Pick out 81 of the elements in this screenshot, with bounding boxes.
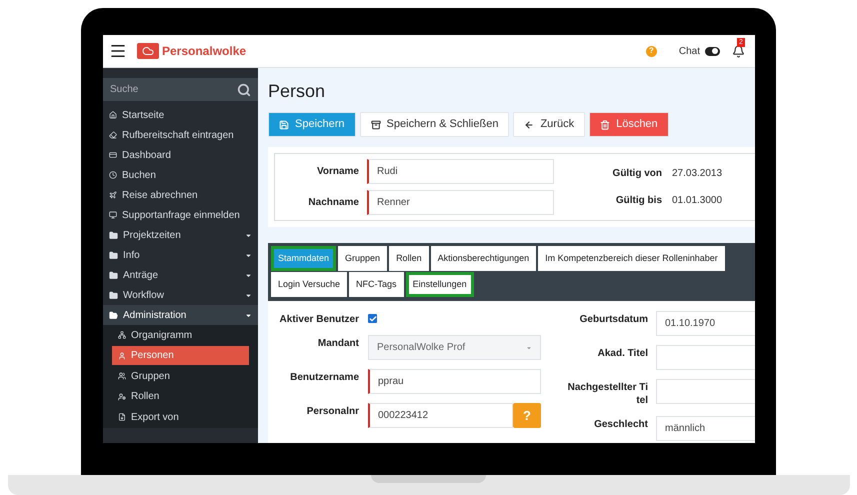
page-title: Person — [268, 80, 326, 102]
tab[interactable]: Login Versuche — [271, 272, 348, 297]
button-icon — [370, 120, 381, 130]
text-field[interactable] — [656, 379, 755, 404]
caret-icon — [526, 344, 532, 350]
caret-icon — [245, 292, 252, 298]
sidebar-item[interactable]: Reise abrechnen — [103, 185, 258, 205]
text-field[interactable]: pprau — [368, 369, 541, 394]
brand-name[interactable]: Personalwolke — [162, 42, 246, 60]
sidebar-item[interactable]: Dashboard — [103, 145, 258, 165]
field-value: 27.03.2013 — [672, 167, 722, 181]
field-label: Nachgestellter Titel — [566, 381, 649, 407]
menu-item-icon — [118, 331, 126, 340]
folder-icon — [109, 250, 118, 260]
menu-item-icon — [109, 171, 117, 179]
toolbar-button[interactable]: Zurück — [513, 112, 586, 137]
sidebar-group[interactable]: Info — [103, 245, 258, 265]
tab[interactable]: Gruppen — [338, 246, 388, 271]
text-field[interactable]: 000223412 — [368, 403, 513, 428]
menu-item-icon — [118, 372, 126, 380]
tab[interactable]: Aktionsberechtigungen — [430, 246, 536, 271]
menu-item-icon — [118, 392, 126, 401]
tab[interactable]: NFC-Tags — [349, 272, 404, 297]
sidebar-item[interactable]: Startseite — [103, 105, 258, 125]
folder-icon — [109, 290, 118, 300]
menu-item-icon — [109, 151, 117, 159]
caret-icon — [245, 232, 252, 238]
tab[interactable]: Einstellungen — [406, 272, 474, 297]
text-field[interactable] — [656, 345, 755, 370]
toolbar-button[interactable]: Löschen — [589, 112, 669, 137]
field-label: Vorname — [316, 165, 360, 179]
folder-icon — [109, 230, 118, 240]
field-label: Geburtsdatum — [578, 313, 649, 326]
menu-item-icon — [109, 131, 117, 139]
caret-icon — [245, 272, 252, 278]
search-input[interactable]: Suche — [110, 82, 237, 97]
field-label: Gültig von — [612, 167, 662, 181]
button-icon — [600, 120, 610, 130]
menu-item-icon — [109, 111, 117, 119]
folder-icon — [109, 270, 118, 280]
menu-item-icon — [109, 211, 117, 219]
button-icon — [279, 120, 289, 130]
tab[interactable]: Rollen — [389, 246, 429, 271]
field-label: Aktiver Benutzer — [278, 313, 360, 326]
menu-item-icon — [109, 191, 117, 199]
menu-icon[interactable] — [109, 42, 127, 60]
chat-label: Chat — [678, 44, 700, 58]
sidebar-item[interactable]: Rufbereitschaft eintragen — [103, 125, 258, 145]
text-field[interactable]: männlich — [656, 416, 755, 441]
caret-icon — [245, 312, 252, 318]
field-label: Personalnr — [306, 405, 360, 418]
checkbox[interactable] — [368, 314, 377, 323]
caret-icon — [245, 252, 252, 258]
sidebar-item[interactable]: Buchen — [103, 165, 258, 185]
field-value: 01.01.3000 — [672, 194, 722, 208]
sidebar-subitem[interactable]: Personen — [112, 346, 249, 366]
notification-bell-icon[interactable] — [732, 44, 745, 58]
tab[interactable]: Im Kompetenzbereich dieser Rolleninhaber — [538, 246, 725, 271]
search-field[interactable]: Suche — [103, 78, 258, 101]
menu-item-icon — [118, 413, 126, 422]
logo-icon — [137, 43, 159, 59]
toolbar-button[interactable]: Speichern & Schließen — [360, 112, 510, 137]
sidebar-group[interactable]: Administration — [103, 305, 258, 325]
sidebar-group[interactable]: Anträge — [103, 265, 258, 285]
text-field[interactable]: 01.10.1970 — [656, 311, 755, 336]
text-field[interactable]: Rudi — [367, 159, 554, 184]
field-label: Nachname — [307, 196, 360, 210]
sidebar-group[interactable]: Projektzeiten — [103, 225, 258, 245]
field-label: Geschlecht — [593, 418, 649, 431]
sidebar-item[interactable]: Supportanfrage einmelden — [103, 205, 258, 225]
field-label: Benutzername — [289, 371, 360, 384]
search-icon[interactable] — [237, 82, 251, 96]
button-icon — [524, 120, 534, 130]
field-label: Gültig bis — [614, 194, 662, 208]
sidebar-group[interactable]: Workflow — [103, 285, 258, 305]
field-label: Mandant — [316, 337, 360, 350]
chat-toggle[interactable] — [705, 46, 720, 56]
field-label: Akad. Titel — [596, 347, 649, 360]
folder-icon — [109, 310, 118, 320]
text-field[interactable]: Renner — [367, 190, 554, 215]
menu-item-icon — [118, 352, 126, 360]
